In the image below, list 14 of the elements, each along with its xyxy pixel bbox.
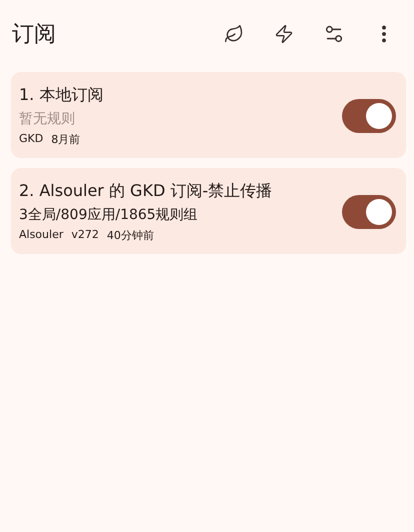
subscription-meta: Alsouler	[19, 228, 64, 243]
app-title: 订阅	[12, 21, 57, 49]
toggle-switch[interactable]	[342, 99, 396, 133]
subscription-meta: 8月前	[51, 132, 80, 147]
subscription-summary: 3全局/809应用/1865规则组	[19, 206, 199, 224]
subscription-summary: 暂无规则	[19, 110, 76, 128]
subscription-meta: 40分钟前	[106, 228, 154, 243]
subscription-card[interactable]: 2. Alsouler 的 GKD 订阅-禁止传播 3全局/809应用/1865规则组 Alsouler v272 40分钟前	[11, 168, 406, 254]
subscription-title: 1. 本地订阅	[19, 85, 104, 106]
toggle-switch[interactable]	[342, 195, 396, 229]
subscription-meta: v272	[71, 228, 99, 243]
subscription-meta: GKD	[19, 132, 44, 147]
subscription-card[interactable]: 1. 本地订阅 暂无规则 GKD 8月前	[11, 72, 406, 158]
subscription-title: 2. Alsouler 的 GKD 订阅-禁止传播	[19, 181, 274, 202]
